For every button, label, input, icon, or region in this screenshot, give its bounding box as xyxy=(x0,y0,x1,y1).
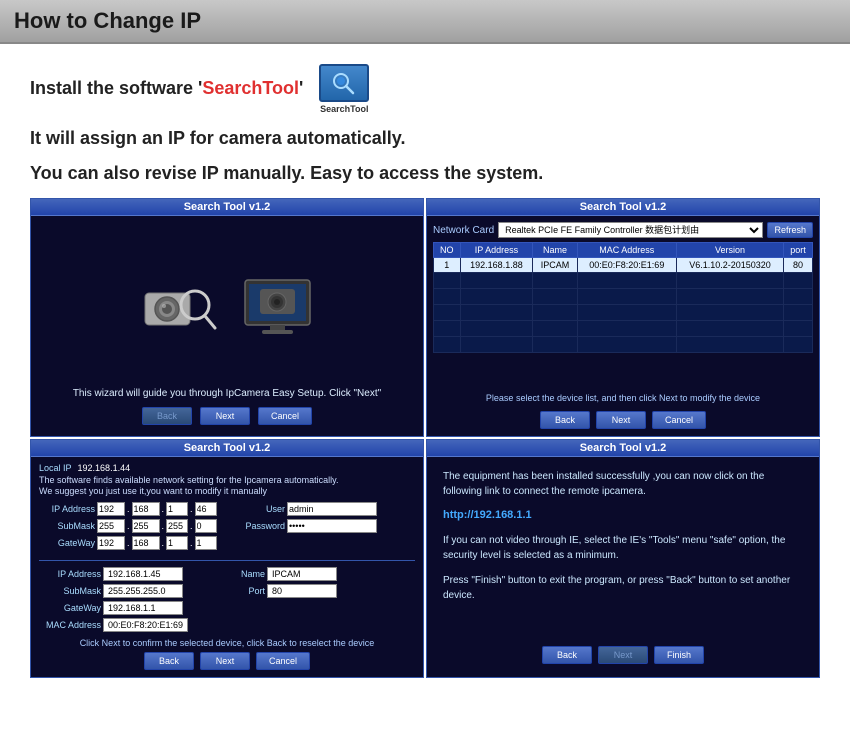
wizard-next-button[interactable]: Next xyxy=(200,407,250,425)
sm-input-2[interactable] xyxy=(132,519,160,533)
col-no: NO xyxy=(434,243,461,258)
screenshots-grid: Search Tool v1.2 xyxy=(30,198,820,678)
success-note: If you can not video through IE, select … xyxy=(443,533,803,563)
panel-search: Search Tool v1.2 Network Card Realtek PC… xyxy=(426,198,820,437)
network-card-select[interactable]: Realtek PCIe FE Family Controller 数据包计划由 xyxy=(498,222,763,238)
search-cancel-button[interactable]: Cancel xyxy=(652,411,706,429)
gateway-label: GateWay xyxy=(39,538,95,548)
success-link[interactable]: http://192.168.1.1 xyxy=(443,509,803,521)
table-row-empty xyxy=(434,321,813,337)
ip-back-button[interactable]: Back xyxy=(144,652,194,670)
wizard-cancel-button[interactable]: Cancel xyxy=(258,407,312,425)
ip-buttons: Back Next Cancel xyxy=(39,652,415,670)
wizard-back-button[interactable]: Back xyxy=(142,407,192,425)
searchtool-icon: SearchTool xyxy=(314,64,374,114)
submask-label: SubMask xyxy=(39,521,95,531)
search-status-text: Please select the device list, and then … xyxy=(433,357,813,403)
name-value: IPCAM xyxy=(267,567,337,581)
sm-label2: SubMask xyxy=(39,586,101,596)
mac-value: 00:E0:F8:20:E1:69 xyxy=(103,618,188,632)
col-port: port xyxy=(784,243,813,258)
local-ip-value: 192.168.1.44 xyxy=(78,463,131,473)
mac-label: MAC Address xyxy=(39,620,101,630)
col-ip: IP Address xyxy=(460,243,533,258)
gw-label2: GateWay xyxy=(39,603,101,613)
panel-success: Search Tool v1.2 The equipment has been … xyxy=(426,439,820,678)
search-buttons: Back Next Cancel xyxy=(433,411,813,429)
wizard-monitor-icon xyxy=(240,275,315,340)
success-finish-text: Press "Finish" button to exit the progra… xyxy=(443,573,803,640)
wizard-buttons: Back Next Cancel xyxy=(142,407,312,425)
panel-success-title: Search Tool v1.2 xyxy=(427,440,819,457)
panel-search-title: Search Tool v1.2 xyxy=(427,199,819,216)
ip-input-1[interactable] xyxy=(97,502,125,516)
success-back-button[interactable]: Back xyxy=(542,646,592,664)
header: How to Change IP xyxy=(0,0,850,44)
col-version: Version xyxy=(676,243,783,258)
panel-ip-settings: Search Tool v1.2 Local IP 192.168.1.44 T… xyxy=(30,439,424,678)
ip-address-label: IP Address xyxy=(39,504,95,514)
intro-line-2: It will assign an IP for camera automati… xyxy=(30,128,820,149)
gw-input-1[interactable] xyxy=(97,536,125,550)
table-row-empty xyxy=(434,273,813,289)
search-next-button[interactable]: Next xyxy=(596,411,646,429)
local-ip-label: Local IP xyxy=(39,463,72,473)
table-row-empty xyxy=(434,289,813,305)
port-label: Port xyxy=(229,586,265,596)
network-card-label: Network Card xyxy=(433,225,494,236)
col-mac: MAC Address xyxy=(577,243,676,258)
warning1: The software finds available network set… xyxy=(39,475,415,485)
intro-line-1: Install the software 'SearchTool' Search… xyxy=(30,64,820,114)
wizard-camera-icon xyxy=(140,275,220,340)
warning2: We suggest you just use it,you want to m… xyxy=(39,486,415,496)
success-buttons: Back Next Finish xyxy=(443,646,803,664)
main-content: Install the software 'SearchTool' Search… xyxy=(0,44,850,688)
table-row[interactable]: 1 192.168.1.88 IPCAM 00:E0:F8:20:E1:69 V… xyxy=(434,258,813,273)
gw-value: 192.168.1.1 xyxy=(103,601,183,615)
ip-next-button[interactable]: Next xyxy=(200,652,250,670)
sm-input-3[interactable] xyxy=(166,519,188,533)
panel-ip-title: Search Tool v1.2 xyxy=(31,440,423,457)
ip-input-2[interactable] xyxy=(132,502,160,516)
search-back-button[interactable]: Back xyxy=(540,411,590,429)
gw-input-3[interactable] xyxy=(166,536,188,550)
success-text1: The equipment has been installed success… xyxy=(443,469,803,499)
ip-input-4[interactable] xyxy=(195,502,217,516)
user-input[interactable] xyxy=(287,502,377,516)
wizard-icons xyxy=(140,226,315,388)
table-row-empty xyxy=(434,305,813,321)
panel-wizard: Search Tool v1.2 xyxy=(30,198,424,437)
sm-input-4[interactable] xyxy=(195,519,217,533)
ip-addr-label2: IP Address xyxy=(39,569,101,579)
table-row-empty xyxy=(434,337,813,353)
panel-wizard-title: Search Tool v1.2 xyxy=(31,199,423,216)
success-next-button[interactable]: Next xyxy=(598,646,648,664)
gw-input-4[interactable] xyxy=(195,536,217,550)
refresh-button[interactable]: Refresh xyxy=(767,222,813,238)
name-label: Name xyxy=(229,569,265,579)
success-finish-button[interactable]: Finish xyxy=(654,646,704,664)
user-label: User xyxy=(229,504,285,514)
sm-input-1[interactable] xyxy=(97,519,125,533)
ip-status-text: Click Next to confirm the selected devic… xyxy=(39,636,415,648)
ip-cancel-button[interactable]: Cancel xyxy=(256,652,310,670)
password-input[interactable] xyxy=(287,519,377,533)
ip-input-3[interactable] xyxy=(166,502,188,516)
wizard-description: This wizard will guide you through IpCam… xyxy=(73,388,381,399)
port-value: 80 xyxy=(267,584,337,598)
sm-value: 255.255.255.0 xyxy=(103,584,183,598)
network-card-row: Network Card Realtek PCIe FE Family Cont… xyxy=(433,222,813,238)
col-name: Name xyxy=(533,243,577,258)
password-label: Password xyxy=(229,521,285,531)
intro-line-3: You can also revise IP manually. Easy to… xyxy=(30,163,820,184)
gw-input-2[interactable] xyxy=(132,536,160,550)
results-table: NO IP Address Name MAC Address Version p… xyxy=(433,242,813,353)
ip-addr-value: 192.168.1.45 xyxy=(103,567,183,581)
page-title: How to Change IP xyxy=(14,8,836,34)
